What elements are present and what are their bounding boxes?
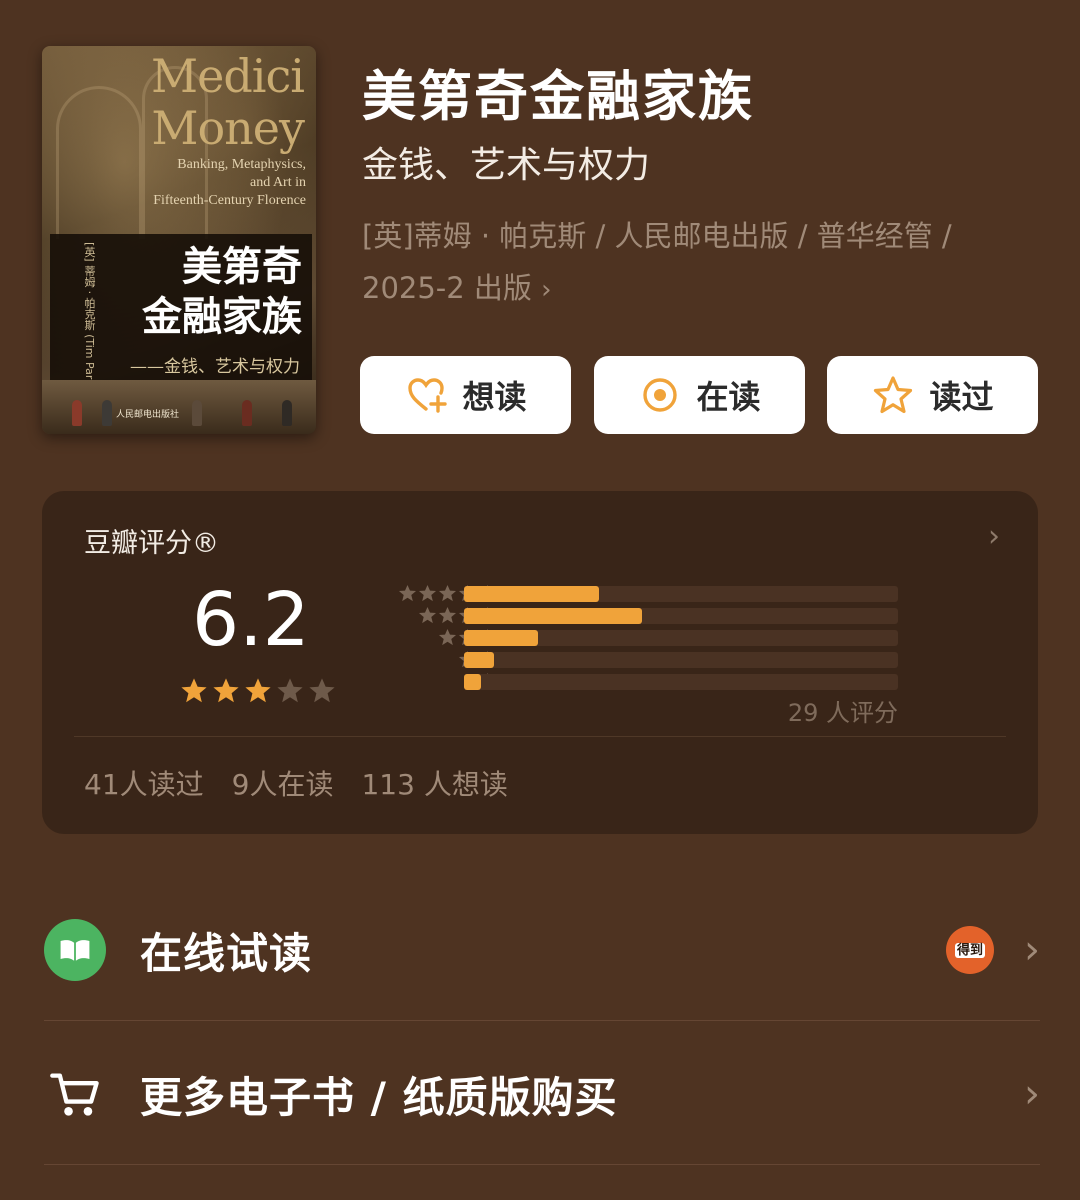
distribution-bar-track bbox=[464, 652, 898, 668]
reader-stats: 41人读过 9人在读 113 人想读 bbox=[84, 763, 508, 803]
book-meta-line1: [英]蒂姆 · 帕克斯 / 人民邮电出版 / 普华经管 / bbox=[362, 219, 952, 253]
star-icon bbox=[418, 584, 437, 602]
distribution-bar-track bbox=[464, 608, 898, 624]
dedao-badge-text: 得到 bbox=[954, 942, 985, 958]
rating-stars bbox=[180, 677, 336, 705]
buy-more-label: 更多电子书 / 纸质版购买 bbox=[140, 1072, 618, 1122]
book-meta-line2: 2025-2 出版 › bbox=[362, 271, 552, 305]
book-subtitle: 金钱、艺术与权力 bbox=[362, 145, 651, 186]
open-book-icon bbox=[44, 919, 106, 981]
rating-label: 豆瓣评分® bbox=[84, 528, 219, 559]
star-icon bbox=[418, 606, 437, 624]
chevron-right-icon: › bbox=[541, 275, 552, 305]
have-read-button[interactable]: 读过 bbox=[827, 356, 1038, 434]
shopping-cart-icon bbox=[44, 1063, 106, 1125]
distribution-bar-fill bbox=[464, 608, 642, 624]
reading-label: 在读 bbox=[696, 378, 761, 416]
star-filled-icon bbox=[213, 678, 239, 703]
row-divider bbox=[44, 1164, 1040, 1165]
cover-chinese-title: 美第奇 金融家族 bbox=[142, 243, 302, 340]
online-trial-read-label: 在线试读 bbox=[140, 928, 313, 978]
book-title: 美第奇金融家族 bbox=[362, 65, 754, 128]
distribution-row-3-star bbox=[352, 628, 912, 648]
target-icon bbox=[643, 378, 678, 412]
distribution-bar-track bbox=[464, 674, 898, 690]
have-read-label: 读过 bbox=[929, 378, 994, 416]
rating-score: 6.2 bbox=[192, 577, 310, 663]
chevron-right-icon: › bbox=[988, 519, 1000, 554]
star-icon bbox=[438, 628, 457, 646]
distribution-bar-fill bbox=[464, 630, 538, 646]
star-empty-icon bbox=[309, 678, 335, 703]
card-divider bbox=[74, 736, 1006, 737]
reading-count: 9人在读 bbox=[231, 768, 334, 801]
rating-card[interactable]: 豆瓣评分® › 6.2 29 人评分 41人读过 9人在读 113 人想读 bbox=[42, 491, 1038, 834]
chevron-right-icon: › bbox=[1024, 927, 1040, 973]
distribution-bar-track bbox=[464, 586, 898, 602]
distribution-bar-fill bbox=[464, 586, 599, 602]
rating-count: 29 人评分 bbox=[787, 699, 898, 727]
star-icon bbox=[398, 584, 417, 602]
distribution-bar-fill bbox=[464, 652, 495, 668]
star-filled-icon bbox=[245, 678, 271, 703]
distribution-row-4-star bbox=[352, 606, 912, 626]
chevron-right-icon: › bbox=[1024, 1071, 1040, 1117]
star-filled-icon bbox=[181, 678, 207, 703]
distribution-row-5-star bbox=[352, 584, 912, 604]
buy-more-row[interactable]: 更多电子书 / 纸质版购买 › bbox=[44, 1034, 1040, 1154]
distribution-bar-fill bbox=[464, 674, 482, 690]
star-empty-icon bbox=[277, 678, 303, 703]
online-trial-read-row[interactable]: 在线试读 得到 › bbox=[44, 890, 1040, 1010]
star-icon bbox=[438, 606, 457, 624]
reading-button[interactable]: 在读 bbox=[594, 356, 805, 434]
heart-plus-icon bbox=[408, 378, 448, 413]
distribution-row-2-star bbox=[352, 650, 912, 670]
cover-chinese-subtitle: ——金钱、艺术与权力 bbox=[130, 357, 300, 377]
want-count: 113 人想读 bbox=[361, 768, 508, 801]
row-divider bbox=[44, 1020, 1040, 1021]
star-outline-icon bbox=[874, 376, 913, 414]
cover-arch-decoration bbox=[56, 86, 142, 239]
cover-english-subtitle: Banking, Metaphysics, and Art in Fifteen… bbox=[153, 157, 306, 208]
dedao-logo-icon: 得到 bbox=[946, 926, 994, 974]
star-icon bbox=[438, 584, 457, 602]
cover-publisher: 人民邮电出版社 bbox=[116, 410, 180, 420]
book-meta[interactable]: [英]蒂姆 · 帕克斯 / 人民邮电出版 / 普华经管 / 2025-2 出版 … bbox=[362, 210, 1002, 316]
want-to-read-button[interactable]: 想读 bbox=[360, 356, 571, 434]
want-to-read-label: 想读 bbox=[462, 378, 527, 416]
read-count: 41人读过 bbox=[84, 768, 204, 801]
cover-english-title: Medici Money bbox=[151, 49, 305, 155]
book-cover[interactable]: Medici Money Banking, Metaphysics, and A… bbox=[42, 46, 316, 434]
distribution-bar-track bbox=[464, 630, 898, 646]
distribution-row-1-star bbox=[352, 672, 912, 692]
